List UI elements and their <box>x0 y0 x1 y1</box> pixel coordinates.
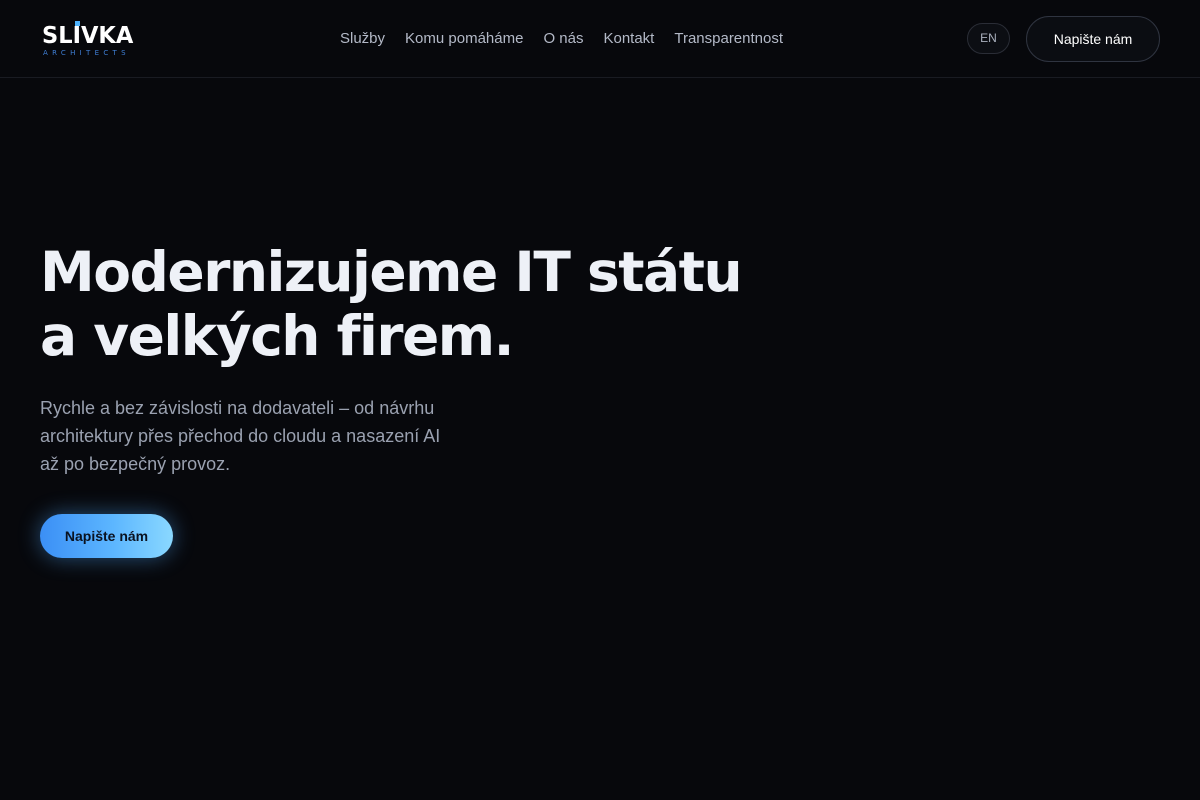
site-header: SLIVKA ARCHITECTS Služby Komu pomáháme O… <box>0 0 1200 78</box>
language-switch-button[interactable]: EN <box>967 23 1010 54</box>
hero-subtitle-line: architektury přes přechod do cloudu a na… <box>40 426 441 446</box>
main-nav: Služby Komu pomáháme O nás Kontakt Trans… <box>340 29 803 49</box>
hero-title: Modernizujeme IT státu a velkých firem. <box>40 240 800 368</box>
logo-wordmark: SLIVKA <box>42 23 134 49</box>
nav-item-kontakt[interactable]: Kontakt <box>603 29 654 49</box>
hero-subtitle: Rychle a bez závislosti na dodavateli – … <box>40 394 500 478</box>
hero-title-line: a velkých firem. <box>40 304 515 368</box>
hero-contact-button[interactable]: Napište nám <box>40 514 173 558</box>
logo-accent-dot <box>75 21 80 26</box>
logo-subtext: ARCHITECTS <box>43 49 130 57</box>
nav-item-komu-pomahame[interactable]: Komu pomáháme <box>405 29 523 49</box>
hero-title-line: Modernizujeme IT státu <box>40 240 743 304</box>
hero-subtitle-line: až po bezpečný provoz. <box>40 454 231 474</box>
nav-item-o-nas[interactable]: O nás <box>543 29 583 49</box>
nav-item-transparentnost[interactable]: Transparentnost <box>674 29 783 49</box>
hero-subtitle-line: Rychle a bez závislosti na dodavateli – … <box>40 398 435 418</box>
brand-logo[interactable]: SLIVKA ARCHITECTS <box>42 21 152 59</box>
landing-page: SLIVKA ARCHITECTS Služby Komu pomáháme O… <box>0 0 1200 800</box>
nav-item-sluzby[interactable]: Služby <box>340 29 385 49</box>
header-contact-button[interactable]: Napište nám <box>1026 16 1160 62</box>
